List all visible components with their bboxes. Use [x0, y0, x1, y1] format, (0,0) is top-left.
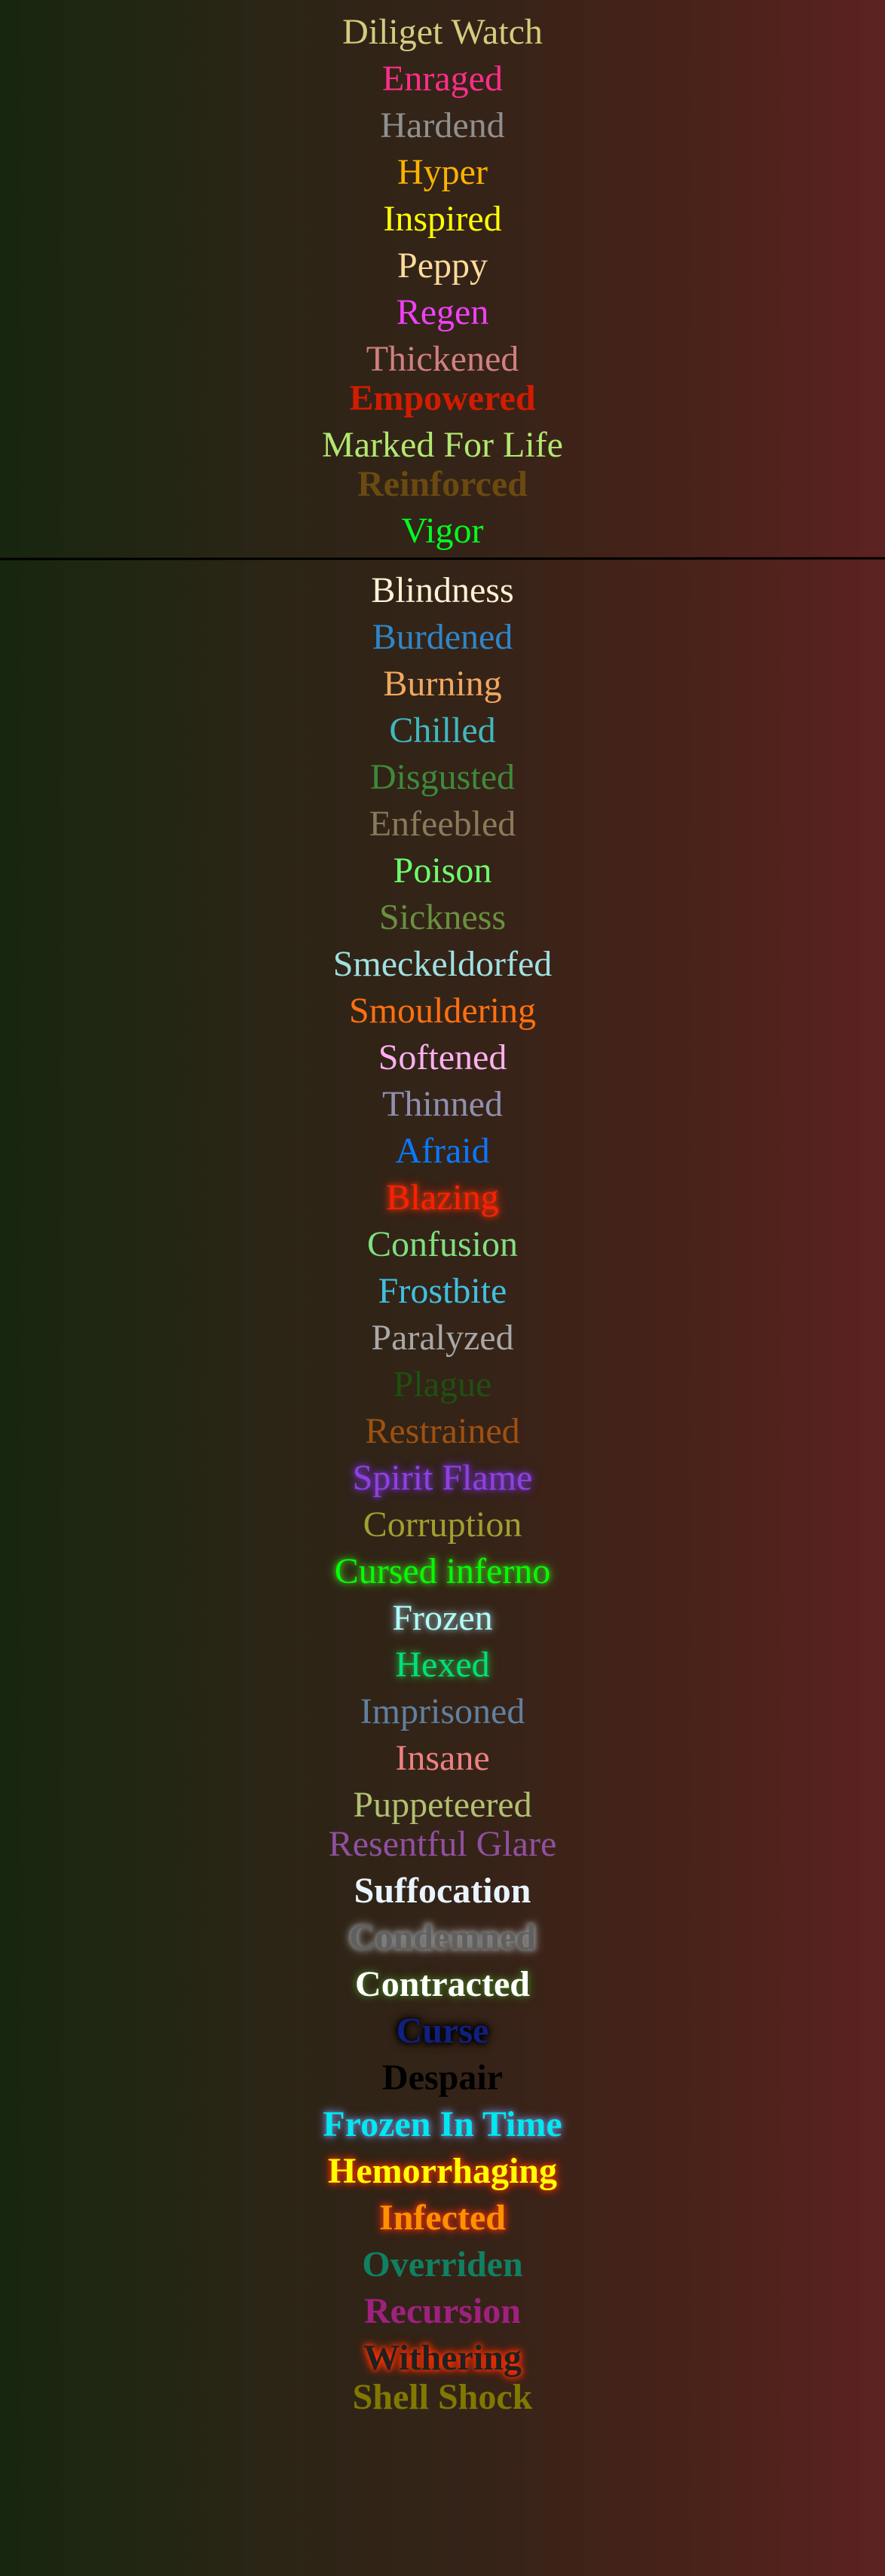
- buff-regen: Regen: [396, 292, 489, 332]
- debuff-insane: Insane: [395, 1738, 490, 1778]
- debuff-frozen-in-time: Frozen In Time: [323, 2104, 562, 2144]
- debuff-condemned: Condemned: [348, 1917, 537, 1957]
- debuff-poison: Poison: [393, 851, 492, 891]
- buff-list: Diliget Watch Enraged Hardend Hyper Inspired…: [0, 0, 885, 555]
- buff-hardend: Hardend: [380, 105, 505, 145]
- debuff-spirit-flame: Spirit Flame: [352, 1458, 533, 1498]
- debuff-disgusted: Disgusted: [370, 757, 515, 797]
- debuff-afraid: Afraid: [395, 1131, 490, 1171]
- debuff-corruption: Corruption: [363, 1505, 522, 1545]
- buff-vigor: Vigor: [401, 511, 484, 551]
- debuff-suffocation: Suffocation: [354, 1871, 531, 1911]
- debuff-smeckeldorfed: Smeckeldorfed: [332, 944, 553, 984]
- section-divider: [0, 557, 885, 561]
- debuff-cursed-inferno: Cursed inferno: [334, 1551, 551, 1591]
- debuff-frostbite: Frostbite: [378, 1271, 507, 1311]
- buff-inspired: Inspired: [383, 199, 502, 239]
- debuff-thinned: Thinned: [382, 1084, 503, 1124]
- debuff-curse: Curse: [396, 2011, 489, 2051]
- debuff-hemorrhaging: Hemorrhaging: [328, 2151, 557, 2191]
- debuff-sickness: Sickness: [379, 897, 506, 937]
- debuff-shell-shock: Shell Shock: [352, 2377, 533, 2417]
- buff-reinforced: Reinforced: [357, 464, 528, 504]
- debuff-chilled: Chilled: [389, 710, 496, 750]
- debuff-enfeebled: Enfeebled: [369, 804, 516, 844]
- debuff-infected: Infected: [379, 2198, 506, 2238]
- debuff-overriden: Overriden: [362, 2244, 523, 2284]
- debuff-despair: Despair: [382, 2058, 503, 2098]
- debuff-confusion: Confusion: [366, 1224, 518, 1264]
- debuff-paralyzed: Paralyzed: [371, 1318, 514, 1358]
- debuff-burning: Burning: [383, 664, 502, 704]
- debuff-recursion: Recursion: [364, 2291, 521, 2331]
- debuff-list: Blindness Burdened Burning Chilled Disgusted…: [0, 567, 885, 2421]
- debuff-burdened: Burdened: [372, 617, 513, 657]
- debuff-hexed: Hexed: [395, 1645, 490, 1685]
- buff-diliget-watch: Diliget Watch: [342, 12, 543, 52]
- debuff-imprisoned: Imprisoned: [360, 1691, 525, 1731]
- debuff-blindness: Blindness: [371, 570, 514, 610]
- debuff-resentful-glare: Resentful Glare: [328, 1824, 557, 1864]
- buff-empowered: Empowered: [349, 378, 536, 418]
- debuff-plague: Plague: [393, 1364, 492, 1404]
- debuff-smouldering: Smouldering: [349, 991, 536, 1031]
- debuff-softened: Softened: [378, 1037, 507, 1077]
- buff-enraged: Enraged: [382, 59, 503, 99]
- buff-hyper: Hyper: [397, 152, 488, 192]
- buff-peppy: Peppy: [397, 246, 488, 286]
- debuff-contracted: Contracted: [355, 1964, 530, 2004]
- debuff-frozen: Frozen: [392, 1598, 493, 1638]
- debuff-blazing: Blazing: [386, 1178, 499, 1218]
- debuff-restrained: Restrained: [365, 1411, 520, 1451]
